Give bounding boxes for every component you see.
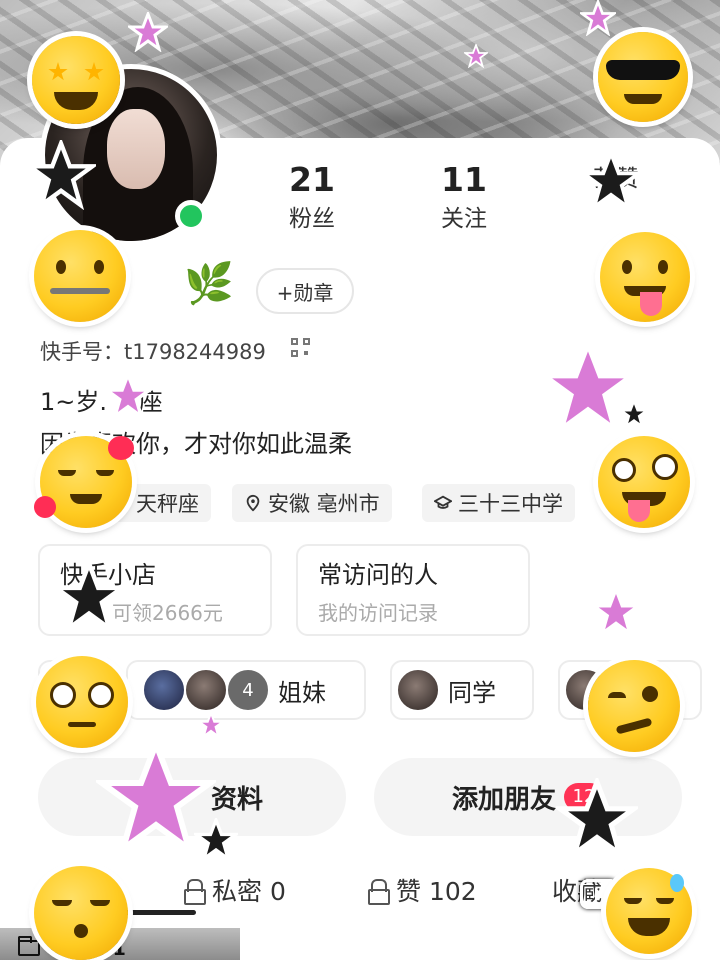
add-friend-label: 添加朋友 xyxy=(451,784,556,815)
tag-school-text: 三十三中学 xyxy=(458,492,563,516)
leaf-emoji: 🌿 xyxy=(184,261,234,307)
group-pill-1[interactable] xyxy=(38,660,114,720)
black-star-sticker xyxy=(26,140,96,210)
black-star-sticker xyxy=(52,560,126,634)
black-star-sticker xyxy=(194,818,238,862)
group-classmates[interactable]: 同学 xyxy=(390,660,534,720)
online-status-dot xyxy=(175,200,207,232)
tag-zodiac: 天秤座 xyxy=(98,484,211,522)
pink-star-sticker xyxy=(104,372,152,420)
kuaiying-watermark: 快影 xyxy=(580,872,676,916)
member-avatar xyxy=(142,668,186,712)
black-star-sticker xyxy=(556,778,638,860)
draft-label: 草稿箱:1 xyxy=(48,938,126,960)
qr-code-icon[interactable] xyxy=(291,338,313,360)
draft-box[interactable]: 草稿箱:1 xyxy=(18,934,126,960)
following-count: 11 xyxy=(441,160,487,199)
stat-followers[interactable]: 21 粉丝 xyxy=(262,160,362,236)
tab-active-indicator xyxy=(100,910,196,915)
nickname: 神. xyxy=(42,271,92,312)
pink-star-sticker xyxy=(464,44,488,68)
black-star-sticker xyxy=(620,400,648,428)
visitors-title: 常访问的人 xyxy=(318,561,438,589)
tag-location: 安徽 亳州市 xyxy=(232,484,392,522)
followers-label: 粉丝 xyxy=(289,206,335,232)
lock-icon xyxy=(184,879,206,905)
kuaiying-logo-icon xyxy=(580,879,618,909)
add-badge-button[interactable]: +勋章 xyxy=(256,268,354,314)
watermark-text: 快影 xyxy=(624,881,677,912)
group-classmates-label: 同学 xyxy=(448,678,496,707)
group-sisters-label: 姐妹 xyxy=(278,678,326,707)
tag-location-text: 安徽 亳州市 xyxy=(268,492,380,516)
pink-star-sticker xyxy=(198,712,224,738)
group-sisters[interactable]: 4 姐妹 xyxy=(126,660,366,720)
group-pill-4[interactable] xyxy=(558,660,702,720)
folder-icon xyxy=(18,935,40,956)
tag-zodiac-text: 天秤座 xyxy=(136,492,199,516)
stat-following[interactable]: 11 关注 xyxy=(414,160,514,236)
kuaishou-id: 快手号：t1798244989 xyxy=(40,340,266,364)
lock-icon xyxy=(368,879,390,905)
member-avatar xyxy=(184,668,228,712)
tab-likes-label: 赞 102 xyxy=(396,877,477,906)
tab-private-label: 私密 0 xyxy=(212,877,286,906)
member-count: 4 xyxy=(226,668,270,712)
member-avatar xyxy=(396,668,440,712)
pink-star-sticker xyxy=(128,12,168,52)
visitors-subtitle: 我的访问记录 xyxy=(318,601,438,625)
tab-likes[interactable]: 赞 102 xyxy=(368,862,477,918)
following-label: 关注 xyxy=(441,206,487,232)
visitors-card[interactable]: 常访问的人 我的访问记录 xyxy=(296,544,530,636)
followers-count: 21 xyxy=(289,160,335,199)
edit-profile-label: 资料 xyxy=(210,784,263,815)
pink-star-sticker xyxy=(580,0,616,36)
pink-star-sticker xyxy=(590,586,642,638)
tag-school: 三十三中学 xyxy=(422,484,575,522)
avatar-face xyxy=(107,109,165,189)
member-avatar xyxy=(564,668,608,712)
tab-private[interactable]: 私密 0 xyxy=(184,862,286,918)
school-cap-icon xyxy=(434,495,452,509)
location-pin-icon xyxy=(246,494,260,512)
black-star-sticker xyxy=(580,150,642,212)
bio-line-2: 因为喜欢你，才对你如此温柔 xyxy=(40,430,352,458)
